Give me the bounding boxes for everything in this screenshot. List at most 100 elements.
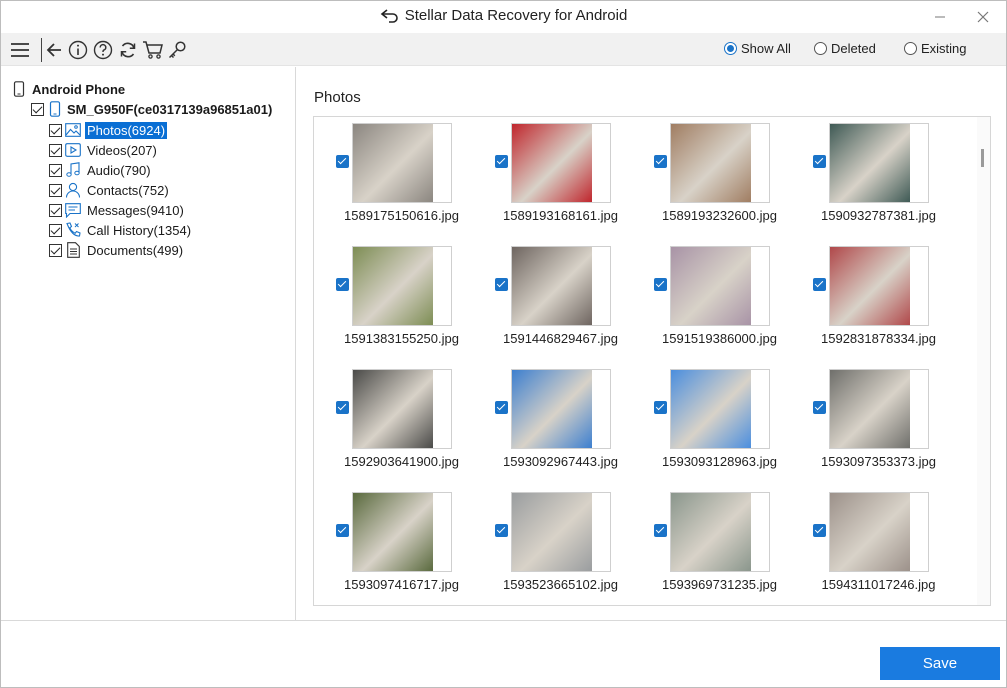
photo-tile[interactable]: 1592831878334.jpg [791,240,950,363]
section-title: Photos [314,89,361,106]
photo-checkbox[interactable] [654,524,667,537]
vertical-scrollbar[interactable] [977,117,990,605]
photo-tile[interactable]: 1591383155250.jpg [314,240,473,363]
existing-radio[interactable] [904,42,917,55]
photo-tile[interactable]: 1593969731235.jpg [632,486,791,605]
messages-checkbox[interactable] [49,203,62,217]
photo-thumbnail[interactable] [829,246,929,326]
photo-filename: 1594311017246.jpg [821,577,936,592]
photo-filename: 1593092967443.jpg [503,454,618,469]
app-window: Stellar Data Recovery for Android Show A… [0,0,1007,688]
photo-tile[interactable]: 1591519386000.jpg [632,240,791,363]
tree-item-audio[interactable]: Audio(790) [49,161,153,179]
photo-thumbnail[interactable] [511,123,611,203]
photo-thumbnail[interactable] [670,246,770,326]
photo-thumbnail[interactable] [511,492,611,572]
tree-item-label: Videos(207) [87,142,157,158]
audio-checkbox[interactable] [49,163,62,177]
filter-deleted[interactable]: Deleted [814,41,876,56]
photo-tile[interactable]: 1593097416717.jpg [314,486,473,605]
photo-checkbox[interactable] [654,278,667,291]
photo-checkbox[interactable] [654,401,667,414]
photo-tile[interactable]: 1593523665102.jpg [473,486,632,605]
photo-thumbnail[interactable] [352,246,452,326]
filter-show-all-label: Show All [741,41,791,56]
photo-checkbox[interactable] [495,401,508,414]
photo-thumbnail[interactable] [352,369,452,449]
info-icon[interactable] [67,39,89,61]
save-button[interactable]: Save [880,647,1000,680]
photo-checkbox[interactable] [336,278,349,291]
photo-checkbox[interactable] [495,155,508,168]
photo-thumbnail[interactable] [511,369,611,449]
cart-icon[interactable] [142,39,164,61]
photo-filename: 1592903641900.jpg [344,454,459,469]
menu-icon[interactable] [9,39,31,61]
photo-thumbnail[interactable] [352,492,452,572]
photo-tile[interactable]: 1589175150616.jpg [314,117,473,240]
photo-tile[interactable]: 1594311017246.jpg [791,486,950,605]
help-icon[interactable] [92,39,114,61]
photo-tile[interactable]: 1589193232600.jpg [632,117,791,240]
back-icon[interactable] [43,39,65,61]
tree-item-call-history[interactable]: Call History(1354) [49,221,193,239]
photo-checkbox[interactable] [336,524,349,537]
photo-filename: 1589193168161.jpg [503,208,618,223]
photo-thumbnail[interactable] [829,123,929,203]
tree-panel: Android Phone SM_G950F(ce0317139a96851a0… [1,67,296,620]
photos-checkbox[interactable] [49,123,62,137]
key-icon[interactable] [166,39,188,61]
photo-thumbnail[interactable] [829,369,929,449]
photo-checkbox[interactable] [813,401,826,414]
toolbar: Show All Deleted Existing [1,33,1006,66]
contacts-checkbox[interactable] [49,183,62,197]
tree-device[interactable]: SM_G950F(ce0317139a96851a01) [31,101,272,117]
scrollbar-thumb[interactable] [981,149,984,167]
photo-thumbnail[interactable] [511,246,611,326]
photo-thumbnail[interactable] [352,123,452,203]
videos-checkbox[interactable] [49,143,62,157]
photo-filename: 1592831878334.jpg [821,331,936,346]
photo-thumbnail[interactable] [670,369,770,449]
filter-show-all[interactable]: Show All [724,41,791,56]
photo-tile[interactable]: 1591446829467.jpg [473,240,632,363]
photo-checkbox[interactable] [495,524,508,537]
tree-item-contacts[interactable]: Contacts(752) [49,181,171,199]
photo-checkbox[interactable] [336,155,349,168]
photo-filename: 1589193232600.jpg [662,208,777,223]
app-logo-icon [380,9,398,23]
close-button[interactable] [969,5,997,29]
tree-item-label: Documents(499) [87,242,184,258]
photo-tile[interactable]: 1593093128963.jpg [632,363,791,486]
photo-tile[interactable]: 1590932787381.jpg [791,117,950,240]
device-checkbox[interactable] [31,102,44,116]
filter-existing[interactable]: Existing [904,41,967,56]
filter-deleted-label: Deleted [831,41,876,56]
photo-checkbox[interactable] [336,401,349,414]
photo-checkbox[interactable] [813,155,826,168]
tree-root[interactable]: Android Phone [13,81,125,97]
photo-tile[interactable]: 1593092967443.jpg [473,363,632,486]
photo-thumbnail[interactable] [670,123,770,203]
photo-thumbnail[interactable] [829,492,929,572]
deleted-radio[interactable] [814,42,827,55]
photo-checkbox[interactable] [813,278,826,291]
photo-tile[interactable]: 1592903641900.jpg [314,363,473,486]
tree-item-messages[interactable]: Messages(9410) [49,201,186,219]
minimize-button[interactable] [926,5,954,29]
tree-item-documents[interactable]: Documents(499) [49,241,185,259]
show-all-radio[interactable] [724,42,737,55]
call-history-checkbox[interactable] [49,223,62,237]
tree-item-photos[interactable]: Photos(6924) [49,121,168,139]
photo-checkbox[interactable] [495,278,508,291]
photo-checkbox[interactable] [654,155,667,168]
documents-checkbox[interactable] [49,243,62,257]
window-title: Stellar Data Recovery for Android [404,7,628,24]
photo-thumbnail[interactable] [670,492,770,572]
photo-checkbox[interactable] [813,524,826,537]
tree-item-label: Call History(1354) [87,222,192,238]
photo-tile[interactable]: 1593097353373.jpg [791,363,950,486]
refresh-icon[interactable] [117,39,139,61]
tree-item-videos[interactable]: Videos(207) [49,141,159,159]
photo-tile[interactable]: 1589193168161.jpg [473,117,632,240]
